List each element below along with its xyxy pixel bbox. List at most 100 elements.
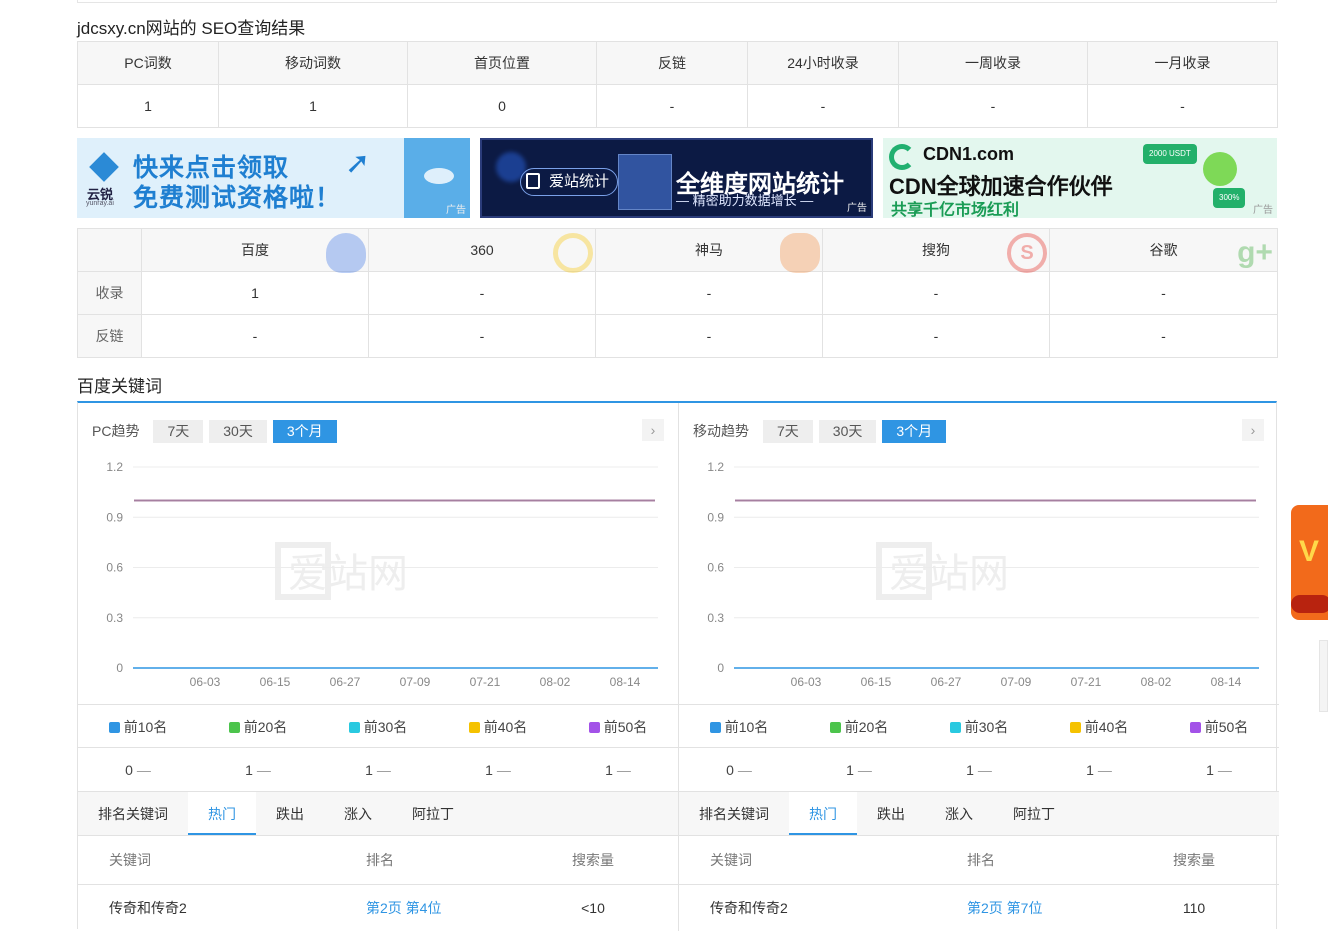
- value-pc-words[interactable]: 1: [77, 84, 219, 128]
- rank-count: 1—: [799, 748, 919, 791]
- ad-tag: 广告: [446, 205, 466, 216]
- header-home-position: 首页位置: [407, 41, 597, 85]
- count-value: 1: [966, 762, 974, 778]
- x-tick-label: 06-15: [861, 675, 892, 689]
- y-tick-label: 0: [717, 661, 724, 675]
- legend-item[interactable]: 前40名: [438, 705, 558, 747]
- ad-yunray[interactable]: 云锐 yunray.ai 快来点击领取 免费测试资格啦！ ➚ 广告: [77, 138, 470, 218]
- range-7d-button[interactable]: 7天: [153, 419, 204, 443]
- x-tick-label: 07-09: [1001, 675, 1032, 689]
- backlinks-360: -: [368, 314, 596, 358]
- cdn-logo-icon: [889, 144, 915, 170]
- legend-item[interactable]: 前30名: [919, 705, 1039, 747]
- chevron-right-icon[interactable]: ›: [1242, 419, 1264, 441]
- engine-360-label: 360: [470, 242, 494, 258]
- chevron-right-icon[interactable]: ›: [642, 419, 664, 441]
- tab-aladdin[interactable]: 阿拉丁: [993, 792, 1075, 835]
- header-24h-index: 24小时收录: [747, 41, 899, 85]
- count-value: 1: [1206, 762, 1214, 778]
- col-rank: 排名: [366, 852, 394, 868]
- header-mobile-words: 移动词数: [218, 41, 408, 85]
- ad-badge2: 300%: [1213, 188, 1246, 208]
- range-3m-button[interactable]: 3个月: [272, 419, 337, 443]
- ad-cdn1[interactable]: CDN1.com CDN全球加速合作伙伴 共享千亿市场红利 2000 USDT …: [883, 138, 1277, 218]
- trend-bar: PC趋势 7天 30天 3个月: [92, 419, 343, 443]
- legend-swatch: [468, 722, 480, 733]
- side-promo-ad[interactable]: V: [1291, 505, 1328, 620]
- y-tick-label: 0.6: [106, 561, 123, 575]
- legend-swatch: [949, 722, 961, 733]
- tab-rank-keywords[interactable]: 排名关键词: [679, 792, 789, 835]
- keyword-tabs: 排名关键词 热门 跌出 涨入 阿拉丁: [78, 792, 678, 836]
- x-tick-label: 06-27: [931, 675, 962, 689]
- legend-item[interactable]: 前40名: [1039, 705, 1159, 747]
- header-week-index: 一周收录: [898, 41, 1088, 85]
- page-title: jdcsxy.cn网站的 SEO查询结果: [77, 19, 306, 38]
- range-7d-button[interactable]: 7天: [763, 419, 813, 443]
- x-tick-label: 07-09: [400, 675, 431, 689]
- range-3m-button[interactable]: 3个月: [882, 419, 947, 443]
- trend-flat-icon: —: [1217, 762, 1232, 778]
- trend-flat-icon: —: [376, 762, 391, 778]
- x-tick-label: 07-21: [1071, 675, 1102, 689]
- range-30d-button[interactable]: 30天: [818, 419, 877, 443]
- top-border: [77, 0, 1277, 3]
- legend-label: 前20名: [243, 719, 288, 735]
- tab-rank-keywords[interactable]: 排名关键词: [78, 792, 188, 835]
- legend-label: 前40名: [483, 719, 528, 735]
- x-tick-label: 08-14: [1211, 675, 1242, 689]
- legend-item[interactable]: 前10名: [679, 705, 799, 747]
- keyword-table-header: 关键词 排名 搜索量: [679, 836, 1279, 885]
- legend-label: 前50名: [603, 719, 648, 735]
- legend-item[interactable]: 前50名: [558, 705, 678, 747]
- trend-flat-icon: —: [496, 762, 511, 778]
- tab-rise-in[interactable]: 涨入: [925, 792, 993, 835]
- side-scroll-tab[interactable]: [1319, 640, 1328, 712]
- x-tick-label: 06-15: [260, 675, 291, 689]
- keyword-cell[interactable]: 传奇和传奇2: [710, 885, 788, 931]
- tab-drop-out[interactable]: 跌出: [256, 792, 324, 835]
- legend-item[interactable]: 前20名: [198, 705, 318, 747]
- trend-flat-icon: —: [857, 762, 872, 778]
- index-shenma: -: [595, 271, 823, 315]
- col-rank: 排名: [967, 852, 995, 868]
- legend-item[interactable]: 前10名: [78, 705, 198, 747]
- range-30d-button[interactable]: 30天: [209, 419, 267, 443]
- trend-flat-icon: —: [136, 762, 151, 778]
- ad-line2: 共享千亿市场红利: [891, 202, 1020, 218]
- y-tick-label: 0.9: [106, 510, 123, 524]
- ad-aizhan-stats[interactable]: 爱站统计 全维度网站统计 — 精密助力数据增长 — 广告: [480, 138, 873, 218]
- legend-swatch: [588, 722, 600, 733]
- legend-item[interactable]: 前50名: [1159, 705, 1279, 747]
- tab-drop-out[interactable]: 跌出: [857, 792, 925, 835]
- backlinks-sogou: -: [822, 314, 1050, 358]
- value-backlinks: -: [596, 84, 748, 128]
- engine-google: 谷歌 g+: [1049, 228, 1278, 272]
- legend-item[interactable]: 前20名: [799, 705, 919, 747]
- keyword-cell[interactable]: 传奇和传奇2: [109, 885, 187, 931]
- tab-aladdin[interactable]: 阿拉丁: [392, 792, 474, 835]
- paw-icon: [326, 233, 366, 273]
- legend-label: 前50名: [1204, 719, 1249, 735]
- rank-link[interactable]: 第2页 第4位: [366, 885, 441, 931]
- rank-count: 1—: [1039, 748, 1159, 791]
- count-value: 1: [365, 762, 373, 778]
- legend-item[interactable]: 前30名: [318, 705, 438, 747]
- index-baidu[interactable]: 1: [141, 271, 369, 315]
- header-backlinks: 反链: [596, 41, 748, 85]
- x-tick-label: 06-03: [190, 675, 221, 689]
- keyword-table-header: 关键词 排名 搜索量: [78, 836, 678, 885]
- ad-tag: 广告: [847, 203, 867, 214]
- ad-badge1: 2000 USDT: [1143, 144, 1197, 164]
- engine-shenma-label: 神马: [695, 242, 723, 258]
- ad-brand-sub: yunray.ai: [86, 200, 114, 207]
- ad-line2: — 精密助力数据增长 —: [676, 193, 814, 208]
- value-mobile-words[interactable]: 1: [218, 84, 408, 128]
- tab-rise-in[interactable]: 涨入: [324, 792, 392, 835]
- value-24h-index: -: [747, 84, 899, 128]
- tab-hot[interactable]: 热门: [188, 792, 256, 835]
- engine-baidu-label: 百度: [241, 242, 269, 258]
- pc-panel: PC趋势 7天 30天 3个月 › 爱站网 1.2 0.9 0.6 0.3 0 06-03 06-15 0…: [78, 403, 678, 931]
- rank-link[interactable]: 第2页 第7位: [967, 885, 1042, 931]
- tab-hot[interactable]: 热门: [789, 792, 857, 835]
